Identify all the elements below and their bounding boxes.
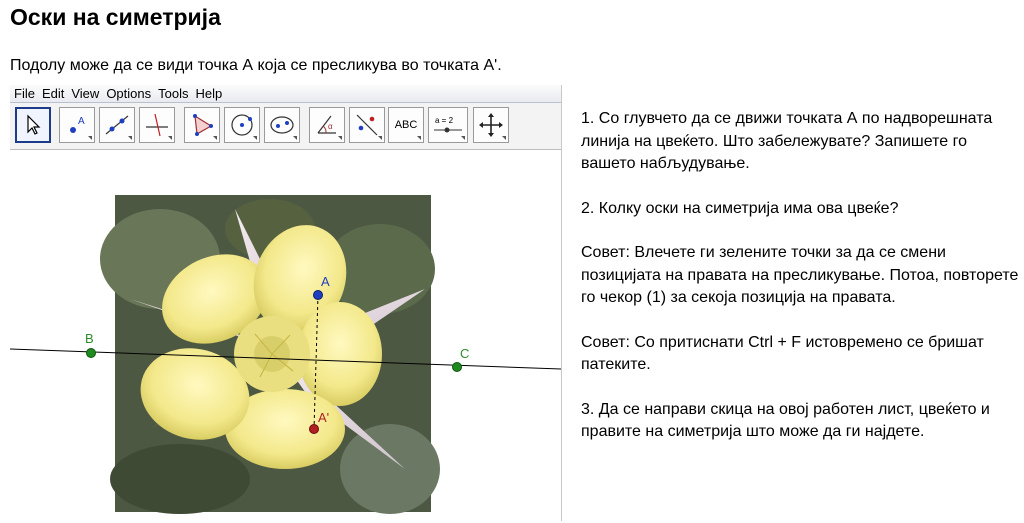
text-tool-icon: ABC [394, 119, 418, 131]
menu-view[interactable]: View [67, 85, 102, 102]
toolbar: A α ABC a = 2 [10, 103, 561, 150]
menu-tools[interactable]: Tools [154, 85, 191, 102]
point-tool-icon: A [70, 116, 85, 133]
point-A-prime [309, 424, 319, 434]
reflect-line-tool-icon [356, 114, 378, 136]
perpendicular-line-tool-icon [146, 113, 168, 137]
angle-tool-label: α [328, 122, 333, 131]
menu-file[interactable]: File [10, 85, 38, 102]
instruction-3: 3. Да се направи скица на овој работен л… [581, 400, 990, 441]
line-tool-icon [105, 115, 129, 135]
slider-tool-label: a = 2 [435, 116, 454, 125]
move-graphics-view-tool-icon [479, 113, 503, 137]
move-tool-icon [27, 114, 41, 135]
intro-text: Подолу може да се види точка А која се п… [10, 57, 502, 74]
point-B-label: B [85, 331, 94, 346]
point-C-label: C [460, 346, 469, 361]
point-B[interactable] [86, 348, 96, 358]
menu-help[interactable]: Help [191, 85, 225, 102]
polygon-tool-button[interactable] [184, 107, 220, 143]
point-C[interactable] [452, 362, 462, 372]
perpendicular-tool-button[interactable] [139, 107, 175, 143]
conic-tool-icon [270, 116, 294, 134]
menu-edit[interactable]: Edit [38, 85, 67, 102]
point-A-label: A [321, 274, 330, 289]
polygon-tool-icon [193, 114, 213, 136]
point-A[interactable] [313, 290, 323, 300]
line-tool-button[interactable] [99, 107, 135, 143]
circle-center-point-tool-icon [231, 114, 253, 136]
text-tool-button[interactable]: ABC [388, 107, 424, 143]
point-A-prime-label: A' [318, 410, 329, 425]
menu-options[interactable]: Options [102, 85, 154, 102]
move-view-tool-button[interactable] [473, 107, 509, 143]
conic-tool-button[interactable] [264, 107, 300, 143]
instruction-1: 1. Со глувчето да се движи точката А по … [581, 110, 993, 172]
circle-tool-button[interactable] [224, 107, 260, 143]
menu-bar: File Edit View Options Tools Help [10, 85, 561, 103]
slider-tool-button[interactable]: a = 2 [428, 107, 468, 143]
hint-2: Совет: Со притиснати Ctrl + F истовремен… [581, 333, 984, 374]
graphics-view[interactable]: B C A A' [10, 149, 561, 521]
reflect-tool-button[interactable] [349, 107, 385, 143]
move-tool-button[interactable] [15, 107, 51, 143]
angle-tool-icon: α [317, 115, 336, 134]
page-title: Оски на симетрија [10, 4, 221, 30]
point-tool-label: A [78, 116, 85, 127]
instructions-panel: 1. Со глувчето да се движи точката А по … [581, 108, 1021, 466]
geogebra-applet[interactable]: File Edit View Options Tools Help A α AB… [10, 85, 562, 521]
slider-tool-icon: a = 2 [434, 116, 462, 133]
instruction-2: 2. Колку оски на симетрија има ова цвеќе… [581, 199, 899, 217]
hint-1: Совет: Влечете ги зелените точки за да с… [581, 244, 1019, 306]
angle-tool-button[interactable]: α [309, 107, 345, 143]
point-tool-button[interactable]: A [59, 107, 95, 143]
